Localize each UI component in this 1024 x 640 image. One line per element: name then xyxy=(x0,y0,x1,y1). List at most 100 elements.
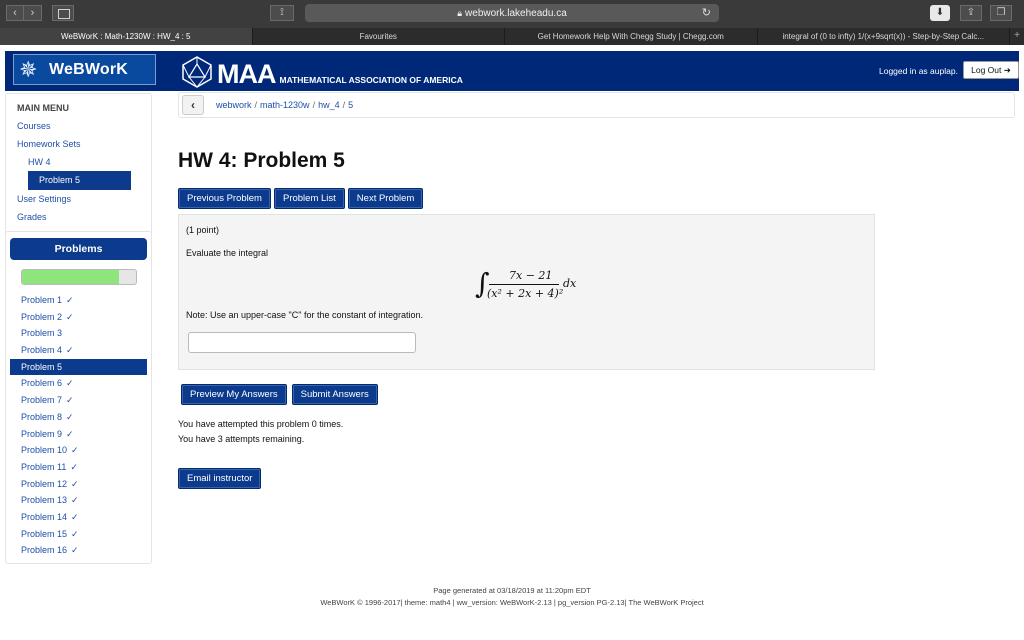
logged-in-text: Logged in as auplap. xyxy=(879,66,958,76)
problem-points: (1 point) xyxy=(186,225,220,235)
browser-tab-bar: WeBWorK : Math-1230W : HW_4 : 5 Favourit… xyxy=(0,28,1024,45)
menu-item-hw4[interactable]: HW 4 xyxy=(28,157,51,167)
maa-logo[interactable]: MAA MATHEMATICAL ASSOCIATION OF AMERICA xyxy=(181,54,463,88)
share-icon[interactable]: ⇪ xyxy=(960,5,982,21)
logout-label: Log Out xyxy=(971,65,1002,75)
menu-title: MAIN MENU xyxy=(17,103,69,113)
problem-list-item-label: Problem 1 xyxy=(21,295,63,305)
reload-icon[interactable]: ↻ xyxy=(702,4,711,22)
breadcrumb-webwork[interactable]: webwork xyxy=(216,100,252,110)
browser-tab-favourites[interactable]: Favourites xyxy=(253,28,505,45)
problem-list-item[interactable]: Problem 11 ✓ xyxy=(6,459,153,476)
brand-name: WeBWorK xyxy=(49,61,129,78)
preview-answers-button[interactable]: Preview My Answers xyxy=(181,384,287,405)
problem-list-item-label: Problem 3 xyxy=(21,328,63,339)
maa-abbrev: MAA xyxy=(217,59,276,89)
problem-list-item[interactable]: Problem 6 ✓ xyxy=(6,375,153,392)
maa-fullname: MATHEMATICAL ASSOCIATION OF AMERICA xyxy=(279,75,463,85)
problem-list-item[interactable]: Problem 16 ✓ xyxy=(6,542,153,559)
checkmark-icon: ✓ xyxy=(66,311,74,322)
problem-statement: Evaluate the integral xyxy=(186,248,269,258)
integral-expression: ∫ 7x − 21 (x² + 2x + 4)² dx xyxy=(475,267,595,311)
next-problem-button[interactable]: Next Problem xyxy=(347,188,424,209)
problem-list-item-label: Problem 9 xyxy=(21,428,63,439)
answer-input[interactable] xyxy=(188,332,416,353)
menu-item-user-settings[interactable]: User Settings xyxy=(17,194,71,204)
address-url: webwork.lakeheadu.ca xyxy=(465,8,567,19)
problems-panel: Problems Problem 1 ✓ Problem 2 ✓ Problem 3 Pr… xyxy=(5,231,152,564)
integral-denominator: (x² + 2x + 4)² xyxy=(487,287,564,300)
problem-list-item-label: Problem 2 xyxy=(21,311,63,322)
integral-numerator: 7x − 21 xyxy=(509,269,553,282)
masthead: ✵ WeBWorK MAA MATHEMATICAL ASSOCIATION O… xyxy=(0,51,1024,91)
problem-list-item[interactable]: Problem 4 ✓ xyxy=(6,342,153,359)
logout-button[interactable]: Log Out ➜ xyxy=(963,61,1019,79)
problem-list-item-label: Problem 7 xyxy=(21,395,63,406)
integral-differential: dx xyxy=(563,277,577,290)
breadcrumb: ‹ webwork / math-1230w / hw_4/5 xyxy=(178,92,1015,118)
forward-arrow-icon[interactable]: › xyxy=(24,5,42,21)
browser-tab-calculator[interactable]: integral of (0 to infty) 1/(x+9sqrt(x)) … xyxy=(758,28,1010,45)
previous-problem-button[interactable]: Previous Problem xyxy=(178,188,271,209)
problem-list-item[interactable]: Problem 13 ✓ xyxy=(6,492,153,509)
breadcrumb-set[interactable]: hw_4 xyxy=(318,100,340,110)
problem-list-item[interactable]: Problem 8 ✓ xyxy=(6,409,153,426)
menu-item-homework-sets[interactable]: Homework Sets xyxy=(17,139,81,149)
breadcrumb-course[interactable]: math-1230w xyxy=(260,100,310,110)
problem-list-item[interactable]: Problem 3 xyxy=(6,325,153,342)
problem-navigation: Previous Problem Problem List Next Probl… xyxy=(178,188,426,209)
problem-list-button[interactable]: Problem List xyxy=(273,188,345,209)
checkmark-icon: ✓ xyxy=(71,545,79,556)
breadcrumb-problem: 5 xyxy=(348,100,354,110)
checkmark-icon: ✓ xyxy=(71,445,79,456)
download-icon[interactable]: ⬇ xyxy=(930,5,950,21)
checkmark-icon: ✓ xyxy=(71,478,79,489)
tab-overview-icon[interactable]: ❐ xyxy=(990,5,1012,21)
problem-list-item-label: Problem 14 xyxy=(21,511,68,522)
menu-item-courses[interactable]: Courses xyxy=(17,121,51,131)
progress-bar-fill xyxy=(22,270,119,284)
problem-list-item[interactable]: Problem 1 ✓ xyxy=(6,292,153,309)
email-instructor-button[interactable]: Email instructor xyxy=(178,468,262,489)
footer-generated: Page generated at 03/18/2019 at 11:20pm … xyxy=(433,586,591,595)
problem-list-item-label: Problem 13 xyxy=(21,495,68,506)
problem-list-item-label: Problem 8 xyxy=(21,411,63,422)
checkmark-icon: ✓ xyxy=(66,428,74,439)
webwork-star-icon: ✵ xyxy=(19,57,38,82)
footer-credits: WeBWorK © 1996-2017| theme: math4 | ww_v… xyxy=(320,598,704,607)
browser-tab-webwork[interactable]: WeBWorK : Math-1230W : HW_4 : 5 xyxy=(0,28,253,45)
breadcrumb-separator: / xyxy=(312,100,316,110)
problem-list-item[interactable]: Problem 12 ✓ xyxy=(6,476,153,493)
breadcrumb-separator: / xyxy=(254,100,258,110)
progress-bar xyxy=(21,269,137,285)
back-arrow-icon[interactable]: ‹ xyxy=(6,5,24,21)
webwork-page: ✵ WeBWorK MAA MATHEMATICAL ASSOCIATION O… xyxy=(0,45,1024,640)
new-tab-icon[interactable]: + xyxy=(1010,28,1024,45)
problem-list-item[interactable]: Problem 5 xyxy=(10,358,147,376)
lock-icon: 🔒︎ xyxy=(457,8,463,18)
checkmark-icon: ✓ xyxy=(71,511,79,522)
problem-list-item[interactable]: Problem 10 ✓ xyxy=(6,442,153,459)
checkmark-icon: ✓ xyxy=(71,495,79,506)
address-bar[interactable]: 🔒︎ webwork.lakeheadu.ca ↻ xyxy=(305,4,719,22)
problem-list-item[interactable]: Problem 9 ✓ xyxy=(6,426,153,443)
problem-list-item[interactable]: Problem 14 ✓ xyxy=(6,509,153,526)
problem-list-item[interactable]: Problem 15 ✓ xyxy=(6,526,153,543)
browser-tab-chegg[interactable]: Get Homework Help With Chegg Study | Che… xyxy=(505,28,758,45)
site-settings-icon[interactable]: ⟟ xyxy=(270,5,294,21)
checkmark-icon: ✓ xyxy=(66,378,74,389)
submit-answers-button[interactable]: Submit Answers xyxy=(291,384,378,405)
menu-item-problem5[interactable]: Problem 5 xyxy=(28,171,131,190)
problem-list-item-label: Problem 16 xyxy=(21,545,68,556)
breadcrumb-back-icon[interactable]: ‹ xyxy=(182,95,204,115)
sidebar-toggle-icon[interactable] xyxy=(52,5,74,21)
attempts-info: You have attempted this problem 0 times.… xyxy=(178,417,343,446)
problem-list-item[interactable]: Problem 7 ✓ xyxy=(6,392,153,409)
checkmark-icon: ✓ xyxy=(66,295,74,305)
breadcrumb-path: webwork / math-1230w / hw_4/5 xyxy=(216,100,353,110)
menu-item-grades[interactable]: Grades xyxy=(17,212,47,222)
attempts-made: You have attempted this problem 0 times. xyxy=(178,419,344,429)
problem-list-item-label: Problem 5 xyxy=(21,361,63,372)
webwork-logo[interactable]: ✵ WeBWorK xyxy=(13,54,156,85)
problem-list-item[interactable]: Problem 2 ✓ xyxy=(6,309,153,326)
